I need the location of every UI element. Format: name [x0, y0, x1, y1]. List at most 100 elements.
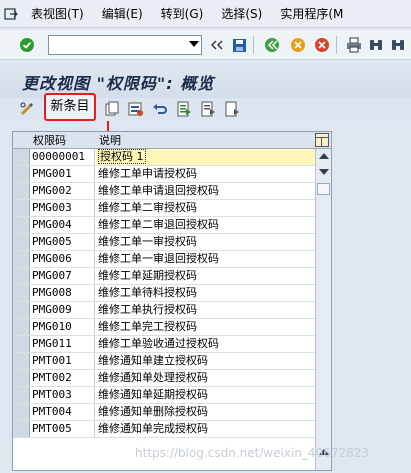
- row-selector[interactable]: [13, 234, 30, 250]
- cell-auth-code: PMT004: [31, 404, 95, 420]
- scroll-down-icon[interactable]: [319, 169, 329, 175]
- row-selector[interactable]: [13, 285, 30, 301]
- cell-auth-code: PMT005: [31, 421, 95, 437]
- scroll-thumb[interactable]: [317, 183, 330, 195]
- menu-goto[interactable]: 转到(G): [152, 0, 213, 28]
- cell-description[interactable]: 维修工单完工授权码: [96, 319, 315, 335]
- table-row[interactable]: 00000001 授权码 1: [13, 149, 315, 166]
- double-chevron-left-icon[interactable]: [209, 37, 225, 53]
- menu-exit-icon[interactable]: [0, 0, 22, 28]
- row-selector[interactable]: [13, 149, 30, 165]
- row-selector[interactable]: [13, 353, 30, 369]
- find-next-icon[interactable]: [390, 37, 406, 53]
- table-row[interactable]: PMG007 维修工单延期授权码: [13, 268, 315, 285]
- table-row[interactable]: PMT005 维修通知单完成授权码: [13, 421, 315, 438]
- row-selector[interactable]: [13, 302, 30, 318]
- cell-description[interactable]: 维修工单执行授权码: [96, 302, 315, 318]
- cell-description[interactable]: 维修工单申请退回授权码: [96, 183, 315, 199]
- row-selector[interactable]: [13, 200, 30, 216]
- back-icon[interactable]: [264, 37, 280, 53]
- cell-description[interactable]: 维修通知单完成授权码: [96, 421, 315, 437]
- table-row[interactable]: PMT003 维修通知单延期授权码: [13, 387, 315, 404]
- display-change-icon[interactable]: [19, 101, 35, 117]
- cell-description[interactable]: 维修工单一审授权码: [96, 234, 315, 250]
- table-settings-icon[interactable]: [315, 133, 329, 147]
- table-row[interactable]: PMT002 维修通知单处理授权码: [13, 370, 315, 387]
- cell-auth-code: PMG011: [31, 336, 95, 352]
- undo-icon[interactable]: [152, 101, 168, 117]
- command-field[interactable]: [48, 35, 202, 55]
- row-selector[interactable]: [13, 421, 30, 437]
- row-selector[interactable]: [13, 319, 30, 335]
- cell-description[interactable]: 维修工单延期授权码: [96, 268, 315, 284]
- vertical-scrollbar[interactable]: [315, 149, 331, 470]
- cell-auth-code: PMT003: [31, 387, 95, 403]
- deselect-all-icon[interactable]: [224, 101, 240, 117]
- table-row[interactable]: PMG009 维修工单执行授权码: [13, 302, 315, 319]
- save-icon[interactable]: [231, 37, 247, 53]
- cell-auth-code: PMG009: [31, 302, 95, 318]
- cell-description[interactable]: 维修通知单删除授权码: [96, 404, 315, 420]
- enter-check-icon[interactable]: [19, 37, 35, 53]
- cell-auth-code: PMG008: [31, 285, 95, 301]
- row-selector[interactable]: [13, 251, 30, 267]
- menu-table-view[interactable]: 表视图(T): [22, 0, 93, 28]
- delete-row-icon[interactable]: [128, 101, 144, 117]
- table-row[interactable]: PMT001 维修通知单建立授权码: [13, 353, 315, 370]
- select-block-icon[interactable]: [200, 101, 216, 117]
- row-selector[interactable]: [13, 387, 30, 403]
- find-icon[interactable]: [368, 37, 384, 53]
- cell-description[interactable]: 维修通知单建立授权码: [96, 353, 315, 369]
- toolbar-separator: [253, 36, 254, 54]
- row-selector[interactable]: [13, 268, 30, 284]
- row-selector[interactable]: [13, 217, 30, 233]
- row-selector[interactable]: [13, 404, 30, 420]
- table-row[interactable]: PMT004 维修通知单删除授权码: [13, 404, 315, 421]
- table-row[interactable]: PMG008 维修工单待料授权码: [13, 285, 315, 302]
- row-selector[interactable]: [13, 183, 30, 199]
- cell-description[interactable]: 维修通知单处理授权码: [96, 370, 315, 386]
- table-row[interactable]: PMG001 维修工单申请授权码: [13, 166, 315, 183]
- menu-bar: 表视图(T) 编辑(E) 转到(G) 选择(S) 实用程序(M: [0, 0, 411, 28]
- cancel-icon[interactable]: [314, 37, 330, 53]
- cell-description[interactable]: 维修工单二审退回授权码: [96, 217, 315, 233]
- page-title: 更改视图 "权限码": 概览: [22, 74, 215, 93]
- print-icon[interactable]: [346, 37, 362, 53]
- cell-description-text[interactable]: 授权码 1: [98, 149, 146, 164]
- cell-description[interactable]: 维修工单一审退回授权码: [96, 251, 315, 267]
- scroll-up-icon[interactable]: [319, 153, 329, 159]
- table-row[interactable]: PMG011 维修工单验收通过授权码: [13, 336, 315, 353]
- table-row[interactable]: PMG003 维修工单二审授权码: [13, 200, 315, 217]
- chevron-down-icon[interactable]: [189, 41, 199, 47]
- cell-description[interactable]: 维修工单申请授权码: [96, 166, 315, 182]
- cell-description[interactable]: 维修工单验收通过授权码: [96, 336, 315, 352]
- new-entries-button[interactable]: 新条目: [44, 93, 96, 121]
- table-row[interactable]: PMG006 维修工单一审退回授权码: [13, 251, 315, 268]
- menu-utilities[interactable]: 实用程序(M: [271, 0, 352, 28]
- table-row[interactable]: PMG005 维修工单一审授权码: [13, 234, 315, 251]
- menu-select[interactable]: 选择(S): [212, 0, 271, 28]
- command-input[interactable]: [49, 36, 179, 54]
- menu-edit[interactable]: 编辑(E): [93, 0, 152, 28]
- row-selector[interactable]: [13, 336, 30, 352]
- select-all-icon[interactable]: [176, 101, 192, 117]
- row-selector[interactable]: [13, 370, 30, 386]
- cell-auth-code: PMT002: [31, 370, 95, 386]
- watermark: https://blog.csdn.net/weixin_40672823: [135, 446, 370, 460]
- toolbar-separator: [336, 36, 337, 54]
- table-row[interactable]: PMG002 维修工单申请退回授权码: [13, 183, 315, 200]
- cell-description[interactable]: 维修工单待料授权码: [96, 285, 315, 301]
- cell-description[interactable]: 维修通知单延期授权码: [96, 387, 315, 403]
- copy-icon[interactable]: [104, 101, 120, 117]
- table-row[interactable]: PMG010 维修工单完工授权码: [13, 319, 315, 336]
- cell-auth-code: 00000001: [31, 149, 95, 165]
- row-selector[interactable]: [13, 166, 30, 182]
- column-header-description[interactable]: 说明: [96, 132, 296, 149]
- cell-auth-code: PMG004: [31, 217, 95, 233]
- cell-description[interactable]: 维修工单二审授权码: [96, 200, 315, 216]
- table-header: 权限码 说明: [13, 132, 331, 149]
- cell-description[interactable]: 授权码 1: [96, 149, 315, 165]
- table-row[interactable]: PMG004 维修工单二审退回授权码: [13, 217, 315, 234]
- exit-icon[interactable]: [290, 37, 306, 53]
- column-header-code[interactable]: 权限码: [30, 132, 96, 149]
